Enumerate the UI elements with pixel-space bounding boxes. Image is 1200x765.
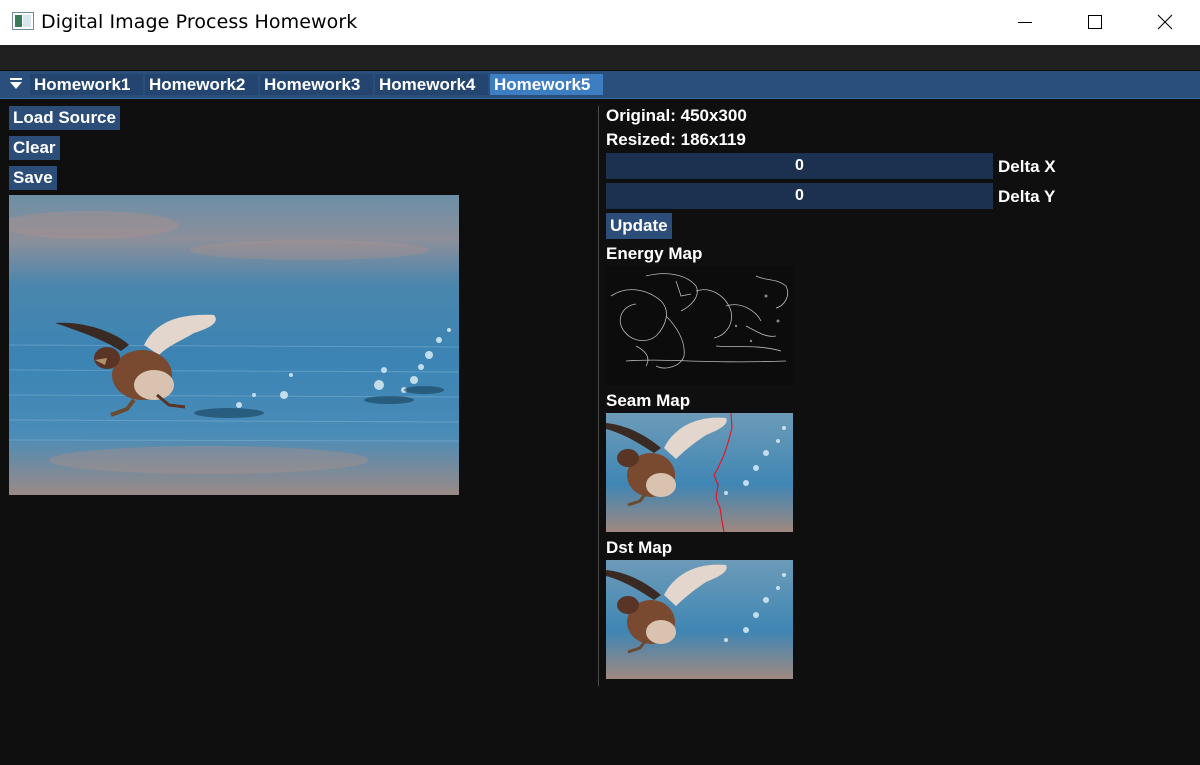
delta-y-label: Delta Y — [998, 187, 1056, 206]
window-title: Digital Image Process Homework — [41, 11, 358, 33]
window-app-icon — [12, 12, 34, 30]
delta-y-slider[interactable]: 0 — [606, 183, 993, 209]
energy-map-image — [606, 266, 793, 385]
dst-map-image — [606, 560, 793, 679]
seam-map-title: Seam Map — [606, 391, 691, 410]
minimize-button[interactable] — [990, 0, 1060, 45]
tab-homework1[interactable]: Homework1 — [30, 74, 143, 95]
energy-map-title: Energy Map — [606, 244, 703, 263]
dst-map-title: Dst Map — [606, 538, 673, 557]
tab-homework5[interactable]: Homework5 — [490, 74, 603, 95]
tab-homework2[interactable]: Homework2 — [145, 74, 258, 95]
close-icon — [1157, 14, 1173, 30]
tab-homework4[interactable]: Homework4 — [375, 74, 488, 95]
update-button[interactable]: Update — [606, 213, 672, 239]
source-image — [9, 195, 459, 495]
delta-x-label: Delta X — [998, 157, 1056, 176]
seam-map-image — [606, 413, 793, 532]
minimize-icon — [1018, 22, 1032, 23]
panel-divider — [598, 106, 599, 686]
maximize-button[interactable] — [1060, 0, 1130, 45]
toolbar-strip — [0, 45, 1200, 70]
clear-button[interactable]: Clear — [9, 136, 60, 160]
delta-x-slider[interactable]: 0 — [606, 153, 993, 179]
triangle-down-icon[interactable] — [9, 78, 23, 90]
original-size-label: Original: 450x300 — [606, 106, 747, 125]
menu-bar: Homework1 Homework2 Homework3 Homework4 … — [0, 71, 1200, 99]
title-bar: Digital Image Process Homework — [0, 0, 1200, 46]
maximize-icon — [1088, 15, 1102, 29]
save-button[interactable]: Save — [9, 166, 57, 190]
tab-homework3[interactable]: Homework3 — [260, 74, 373, 95]
load-source-button[interactable]: Load Source — [9, 106, 120, 130]
resized-size-label: Resized: 186x119 — [606, 130, 746, 149]
close-button[interactable] — [1130, 0, 1200, 45]
